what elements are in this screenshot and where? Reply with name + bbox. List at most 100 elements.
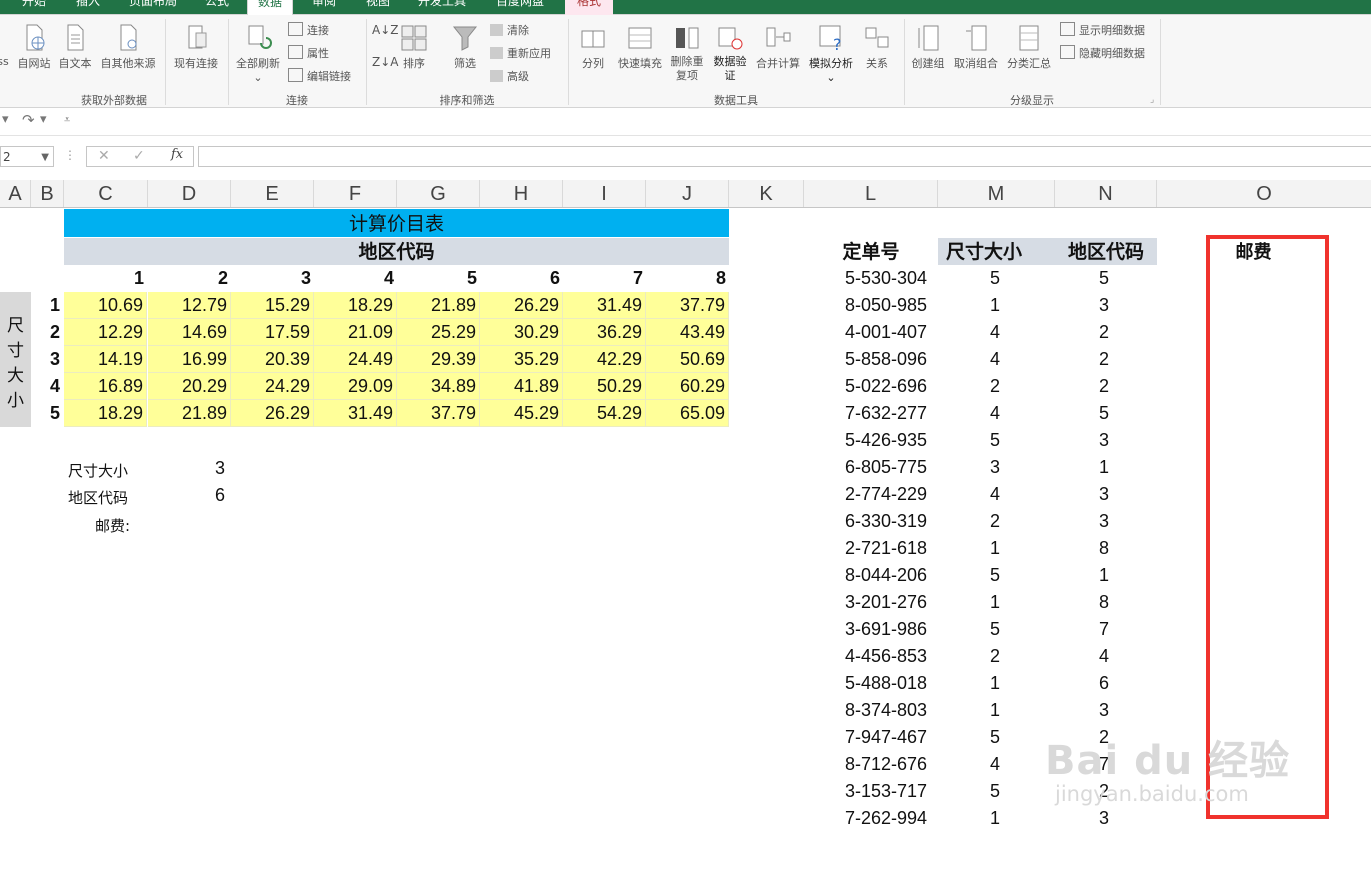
column-header-a[interactable]: A <box>0 180 31 207</box>
order-size-cell[interactable]: 1 <box>990 700 1000 721</box>
price-cell[interactable]: 12.79 <box>148 292 231 319</box>
order-region-cell[interactable]: 1 <box>1099 457 1109 478</box>
connections-button[interactable]: 连接 <box>288 22 329 38</box>
price-cell[interactable]: 36.29 <box>563 319 646 346</box>
column-header-k[interactable]: K <box>729 180 804 207</box>
price-cell[interactable]: 10.69 <box>64 292 147 319</box>
price-cell[interactable]: 31.49 <box>314 400 397 427</box>
column-header-d[interactable]: D <box>148 180 231 207</box>
order-size-cell[interactable]: 1 <box>990 538 1000 559</box>
price-cell[interactable]: 45.29 <box>480 400 563 427</box>
order-region-cell[interactable]: 6 <box>1099 673 1109 694</box>
redo-dropdown-icon[interactable]: ▾ <box>40 112 47 127</box>
order-size-cell[interactable]: 4 <box>990 754 1000 775</box>
order-size-cell[interactable]: 1 <box>990 295 1000 316</box>
order-id-cell[interactable]: 5-530-304 <box>845 268 927 289</box>
column-header-i[interactable]: I <box>563 180 646 207</box>
order-region-cell[interactable]: 7 <box>1099 619 1109 640</box>
order-id-cell[interactable]: 4-001-407 <box>845 322 927 343</box>
order-id-cell[interactable]: 7-262-994 <box>845 808 927 829</box>
ribbon-button-access[interactable]: ss <box>0 23 10 68</box>
cancel-icon[interactable]: ✕ <box>98 148 110 164</box>
price-cell[interactable]: 18.29 <box>314 292 397 319</box>
price-cell[interactable]: 16.99 <box>148 346 231 373</box>
order-id-cell[interactable]: 4-456-853 <box>845 646 927 667</box>
price-cell[interactable]: 17.59 <box>231 319 314 346</box>
order-id-cell[interactable]: 5-488-018 <box>845 673 927 694</box>
order-region-cell[interactable]: 5 <box>1099 403 1109 424</box>
order-region-cell[interactable]: 8 <box>1099 592 1109 613</box>
price-cell[interactable]: 20.39 <box>231 346 314 373</box>
order-region-cell[interactable]: 1 <box>1099 565 1109 586</box>
order-region-cell[interactable]: 2 <box>1099 376 1109 397</box>
price-cell[interactable]: 24.49 <box>314 346 397 373</box>
order-region-cell[interactable]: 3 <box>1099 484 1109 505</box>
order-region-cell[interactable]: 3 <box>1099 808 1109 829</box>
price-cell[interactable]: 54.29 <box>563 400 646 427</box>
properties-button[interactable]: 属性 <box>288 45 329 61</box>
order-id-cell[interactable]: 7-947-467 <box>845 727 927 748</box>
order-id-cell[interactable]: 6-330-319 <box>845 511 927 532</box>
price-cell[interactable]: 43.49 <box>646 319 729 346</box>
price-cell[interactable]: 34.89 <box>397 373 480 400</box>
column-header-l[interactable]: L <box>804 180 938 207</box>
flash-fill-button[interactable]: 快速填充 <box>614 23 666 71</box>
order-id-cell[interactable]: 5-426-935 <box>845 430 927 451</box>
column-header-o[interactable]: O <box>1157 180 1371 207</box>
order-region-cell[interactable]: 8 <box>1099 538 1109 559</box>
order-id-cell[interactable]: 5-858-096 <box>845 349 927 370</box>
tab-7[interactable]: 开发工具 <box>418 0 466 14</box>
column-header-c[interactable]: C <box>64 180 148 207</box>
order-size-cell[interactable]: 5 <box>990 781 1000 802</box>
price-cell[interactable]: 60.29 <box>646 373 729 400</box>
tab-9[interactable]: 格式 <box>565 0 614 15</box>
relationships-button[interactable]: 关系 <box>860 23 894 71</box>
remove-duplicates-button[interactable]: 删除重复项 <box>667 23 707 83</box>
reapply-button[interactable]: 重新应用 <box>490 45 551 61</box>
tab-0[interactable]: 开始 <box>22 0 46 14</box>
order-size-cell[interactable]: 4 <box>990 484 1000 505</box>
price-cell[interactable]: 14.69 <box>148 319 231 346</box>
undo-dropdown-icon[interactable]: ▾ <box>2 112 9 127</box>
order-size-cell[interactable]: 5 <box>990 727 1000 748</box>
order-id-cell[interactable]: 8-050-985 <box>845 295 927 316</box>
dialog-launcher-icon[interactable]: ⌟ <box>1150 95 1154 105</box>
existing-connections-button[interactable]: 现有连接 <box>170 23 222 71</box>
price-cell[interactable]: 18.29 <box>64 400 147 427</box>
lookup-region-value[interactable]: 6 <box>215 485 225 506</box>
sort-descending-button[interactable]: Z↓A <box>372 55 398 69</box>
filter-button[interactable]: 筛选 <box>448 23 482 71</box>
price-cell[interactable]: 15.29 <box>231 292 314 319</box>
tab-6[interactable]: 视图 <box>366 0 390 14</box>
price-cell[interactable]: 12.29 <box>64 319 147 346</box>
tab-2[interactable]: 页面布局 <box>129 0 177 14</box>
data-validation-button[interactable]: 数据验证 <box>710 23 750 83</box>
text-to-columns-button[interactable]: 分列 <box>576 23 610 71</box>
ungroup-button[interactable]: 取消组合 <box>950 23 1002 71</box>
price-cell[interactable]: 26.29 <box>480 292 563 319</box>
order-region-cell[interactable]: 2 <box>1099 349 1109 370</box>
price-cell[interactable]: 21.89 <box>397 292 480 319</box>
price-cell[interactable]: 37.79 <box>646 292 729 319</box>
hide-detail-button[interactable]: 隐藏明细数据 <box>1060 45 1145 61</box>
price-cell[interactable]: 42.29 <box>563 346 646 373</box>
column-header-j[interactable]: J <box>646 180 729 207</box>
order-size-cell[interactable]: 4 <box>990 322 1000 343</box>
clear-filter-button[interactable]: 清除 <box>490 22 529 38</box>
price-cell[interactable]: 65.09 <box>646 400 729 427</box>
advanced-filter-button[interactable]: 高级 <box>490 68 529 84</box>
order-region-cell[interactable]: 4 <box>1099 646 1109 667</box>
order-size-cell[interactable]: 2 <box>990 376 1000 397</box>
price-cell[interactable]: 35.29 <box>480 346 563 373</box>
what-if-analysis-button[interactable]: ? 模拟分析 ⌄ <box>804 23 858 84</box>
price-cell[interactable]: 41.89 <box>480 373 563 400</box>
tab-1[interactable]: 插入 <box>76 0 100 14</box>
order-id-cell[interactable]: 3-691-986 <box>845 619 927 640</box>
price-cell[interactable]: 29.39 <box>397 346 480 373</box>
consolidate-button[interactable]: 合并计算 <box>752 23 804 71</box>
order-region-cell[interactable]: 5 <box>1099 268 1109 289</box>
price-cell[interactable]: 20.29 <box>148 373 231 400</box>
price-cell[interactable]: 37.79 <box>397 400 480 427</box>
order-size-cell[interactable]: 4 <box>990 403 1000 424</box>
edit-links-button[interactable]: 编辑链接 <box>288 68 351 84</box>
